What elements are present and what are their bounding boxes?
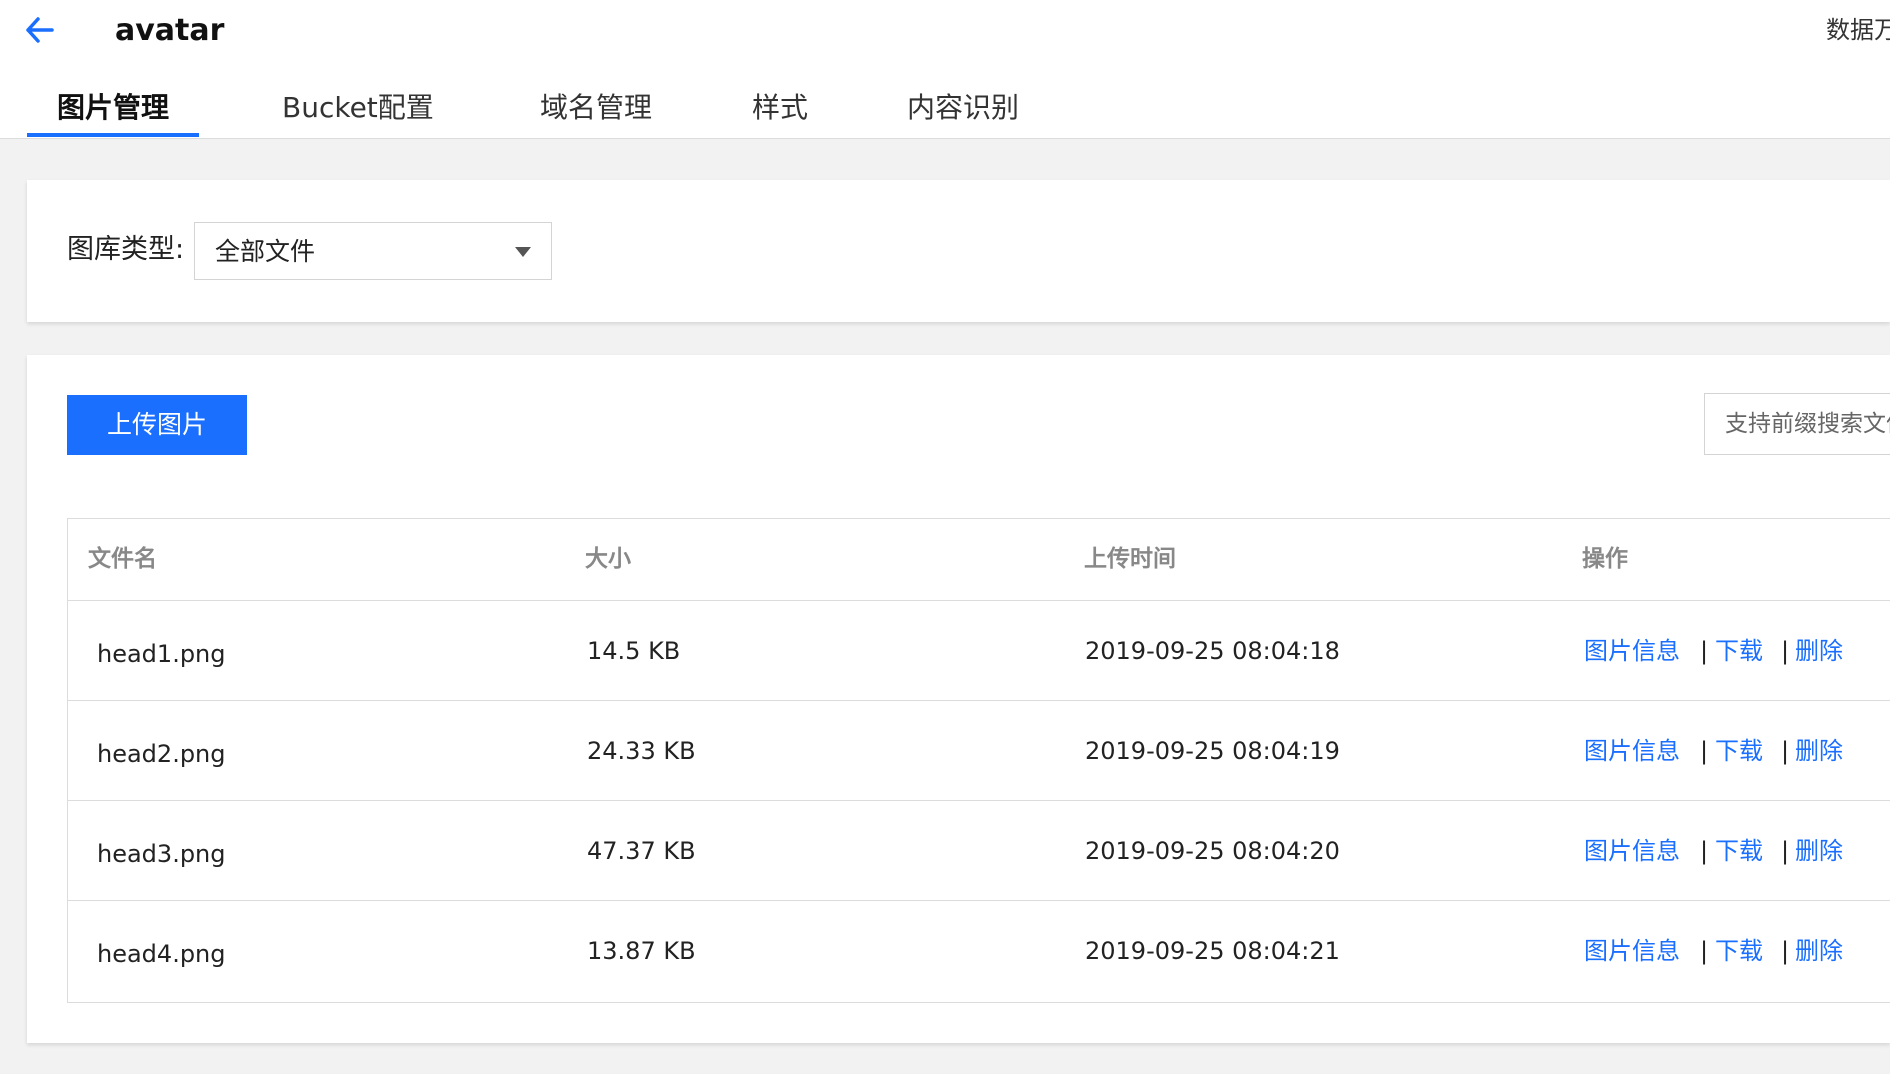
table-row: head4.png 13.87 KB 2019-09-25 08:04:21 图… bbox=[68, 901, 1890, 1001]
download-link[interactable]: 下载 bbox=[1715, 935, 1763, 967]
file-name: head2.png bbox=[97, 740, 226, 768]
file-size: 47.37 KB bbox=[587, 837, 696, 865]
upload-time: 2019-09-25 08:04:20 bbox=[1085, 837, 1340, 865]
action-separator: | bbox=[1781, 637, 1790, 665]
tab-image-management[interactable]: 图片管理 bbox=[57, 88, 169, 138]
action-separator: | bbox=[1700, 737, 1709, 765]
tab-style[interactable]: 样式 bbox=[752, 88, 808, 138]
delete-link[interactable]: 删除 bbox=[1795, 735, 1843, 767]
tab-domain-management[interactable]: 域名管理 bbox=[540, 88, 652, 138]
upload-time: 2019-09-25 08:04:19 bbox=[1085, 737, 1340, 765]
image-info-link[interactable]: 图片信息 bbox=[1584, 935, 1680, 967]
action-separator: | bbox=[1781, 937, 1790, 965]
table-row: head2.png 24.33 KB 2019-09-25 08:04:19 图… bbox=[68, 701, 1890, 801]
file-size: 13.87 KB bbox=[587, 937, 696, 965]
header-right-link[interactable]: 数据万象 bbox=[1826, 12, 1890, 48]
file-name: head3.png bbox=[97, 840, 226, 868]
delete-link[interactable]: 删除 bbox=[1795, 835, 1843, 867]
library-type-value: 全部文件 bbox=[215, 237, 316, 266]
table-header: 文件名 大小 上传时间 操作 bbox=[68, 519, 1890, 601]
action-separator: | bbox=[1781, 737, 1790, 765]
file-table: 文件名 大小 上传时间 操作 head1.png 14.5 KB 2019-09… bbox=[67, 518, 1890, 1003]
file-list-panel: 上传图片 文件名 大小 上传时间 操作 head1.png 14.5 KB 20… bbox=[27, 355, 1890, 1043]
file-size: 14.5 KB bbox=[587, 637, 681, 665]
delete-link[interactable]: 删除 bbox=[1795, 935, 1843, 967]
search-box bbox=[1704, 393, 1890, 455]
library-type-select[interactable]: 全部文件 bbox=[194, 222, 552, 280]
upload-image-button[interactable]: 上传图片 bbox=[67, 395, 247, 455]
download-link[interactable]: 下载 bbox=[1715, 635, 1763, 667]
filter-panel: 图库类型: 全部文件 bbox=[27, 180, 1890, 322]
column-header-filename: 文件名 bbox=[88, 546, 157, 572]
action-separator: | bbox=[1700, 637, 1709, 665]
search-input[interactable] bbox=[1705, 394, 1890, 454]
image-info-link[interactable]: 图片信息 bbox=[1584, 635, 1680, 667]
table-row: head3.png 47.37 KB 2019-09-25 08:04:20 图… bbox=[68, 801, 1890, 901]
column-header-upload-time: 上传时间 bbox=[1084, 546, 1176, 572]
upload-time: 2019-09-25 08:04:18 bbox=[1085, 637, 1340, 665]
download-link[interactable]: 下载 bbox=[1715, 835, 1763, 867]
active-tab-indicator bbox=[27, 133, 199, 137]
bucket-title: avatar bbox=[115, 13, 225, 48]
library-type-label: 图库类型: bbox=[67, 234, 185, 265]
action-separator: | bbox=[1781, 837, 1790, 865]
file-size: 24.33 KB bbox=[587, 737, 696, 765]
image-info-link[interactable]: 图片信息 bbox=[1584, 735, 1680, 767]
upload-time: 2019-09-25 08:04:21 bbox=[1085, 937, 1340, 965]
file-name: head4.png bbox=[97, 940, 226, 968]
action-separator: | bbox=[1700, 837, 1709, 865]
arrow-left-icon[interactable] bbox=[22, 12, 58, 48]
page-header: avatar 数据万象 图片管理 Bucket配置 域名管理 样式 内容识别 bbox=[0, 0, 1890, 139]
action-separator: | bbox=[1700, 937, 1709, 965]
column-header-size: 大小 bbox=[585, 546, 631, 572]
download-link[interactable]: 下载 bbox=[1715, 735, 1763, 767]
image-info-link[interactable]: 图片信息 bbox=[1584, 835, 1680, 867]
caret-down-icon bbox=[515, 247, 531, 257]
file-name: head1.png bbox=[97, 640, 226, 668]
table-row: head1.png 14.5 KB 2019-09-25 08:04:18 图片… bbox=[68, 601, 1890, 701]
tab-bucket-config[interactable]: Bucket配置 bbox=[282, 88, 434, 138]
column-header-actions: 操作 bbox=[1582, 546, 1628, 572]
tab-content-recognition[interactable]: 内容识别 bbox=[907, 88, 1019, 138]
delete-link[interactable]: 删除 bbox=[1795, 635, 1843, 667]
